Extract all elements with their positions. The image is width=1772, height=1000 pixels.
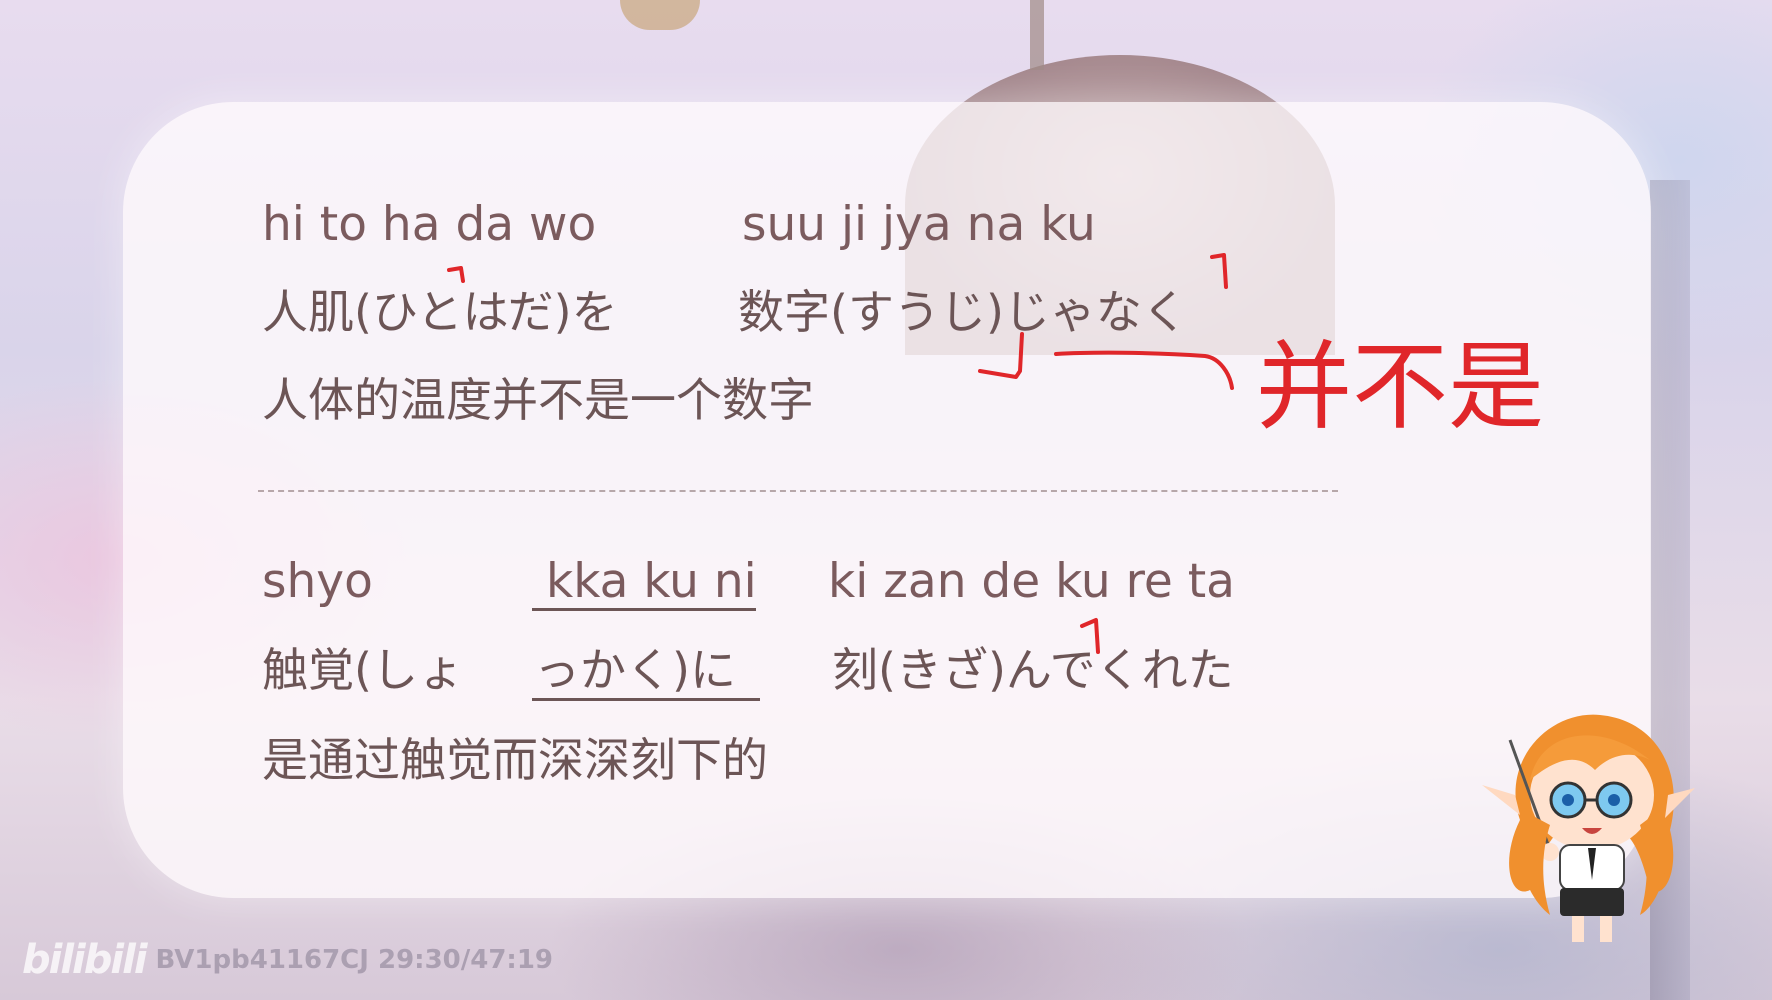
block2-romaji-a: shyo [262, 554, 373, 609]
block2-romaji-b: kka ku ni [546, 554, 757, 609]
block1-chinese: 人体的温度并不是一个数字 [262, 373, 814, 427]
block2-chinese: 是通过触觉而深深刻下的 [262, 733, 768, 787]
romaji-underline [532, 608, 756, 611]
background-spire [1030, 0, 1044, 70]
block1-japanese-a: 人肌(ひとはだ)を [262, 285, 618, 339]
block2-romaji-c: ki zan de ku re ta [828, 554, 1235, 609]
dashed-divider [258, 490, 1338, 492]
block1-japanese-b: 数字(すうじ)じゃなく [738, 285, 1188, 339]
block1-romaji-b: suu ji jya na ku [742, 197, 1096, 252]
teacher-mascot-icon [1482, 714, 1695, 942]
block2-japanese-b: っかく)に [534, 643, 736, 697]
video-info: BV1pb41167CJ 29:30/47:19 [155, 945, 554, 975]
video-watermark: bilibili BV1pb41167CJ 29:30/47:19 [22, 930, 553, 990]
bilibili-logo-icon: bilibili [22, 937, 148, 983]
block2-japanese-c: 刻(きざ)んでくれた [832, 643, 1234, 697]
block2-japanese-a: 触覚(しょ [262, 643, 464, 697]
block1-romaji-a: hi to ha da wo [262, 197, 597, 252]
japanese-underline [532, 698, 760, 701]
